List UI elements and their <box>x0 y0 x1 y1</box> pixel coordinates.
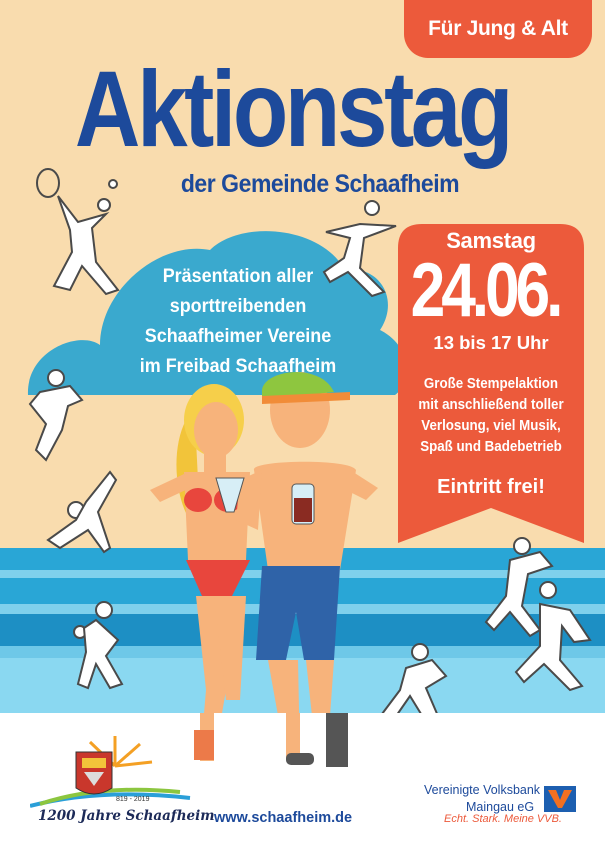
volksbank-logo-icon <box>544 786 576 812</box>
poster: Für Jung & Alt Aktionstag der Gemeinde S… <box>0 0 605 856</box>
date-banner-content: Samstag 24.06. 13 bis 17 Uhr Große Stemp… <box>398 222 584 499</box>
event-info: Große Stempelaktion mit anschließend tol… <box>405 374 576 458</box>
event-time: 13 bis 17 Uhr <box>433 332 549 353</box>
event-info-line: Große Stempelaktion <box>423 376 559 392</box>
jubilee-label: 1200 Jahre Schaafheim <box>38 808 215 824</box>
jubilee-years: 819 - 2019 <box>116 796 150 803</box>
entry-free: Eintritt frei! <box>437 476 545 498</box>
event-date: 24.06. <box>410 248 564 333</box>
event-info-line: Verlosung, viel Musik, <box>421 418 561 434</box>
bank-name: Vereinigte Volksbank <box>424 783 541 797</box>
bank-slogan: Echt. Stark. Meine VVB. <box>444 813 562 825</box>
website-link[interactable]: www.schaafheim.de <box>214 810 352 826</box>
bank-name-2: Maingau eG <box>466 800 535 814</box>
event-info-line: Spaß und Badebetrieb <box>420 439 562 455</box>
event-info-line: mit anschließend toller <box>418 397 564 413</box>
